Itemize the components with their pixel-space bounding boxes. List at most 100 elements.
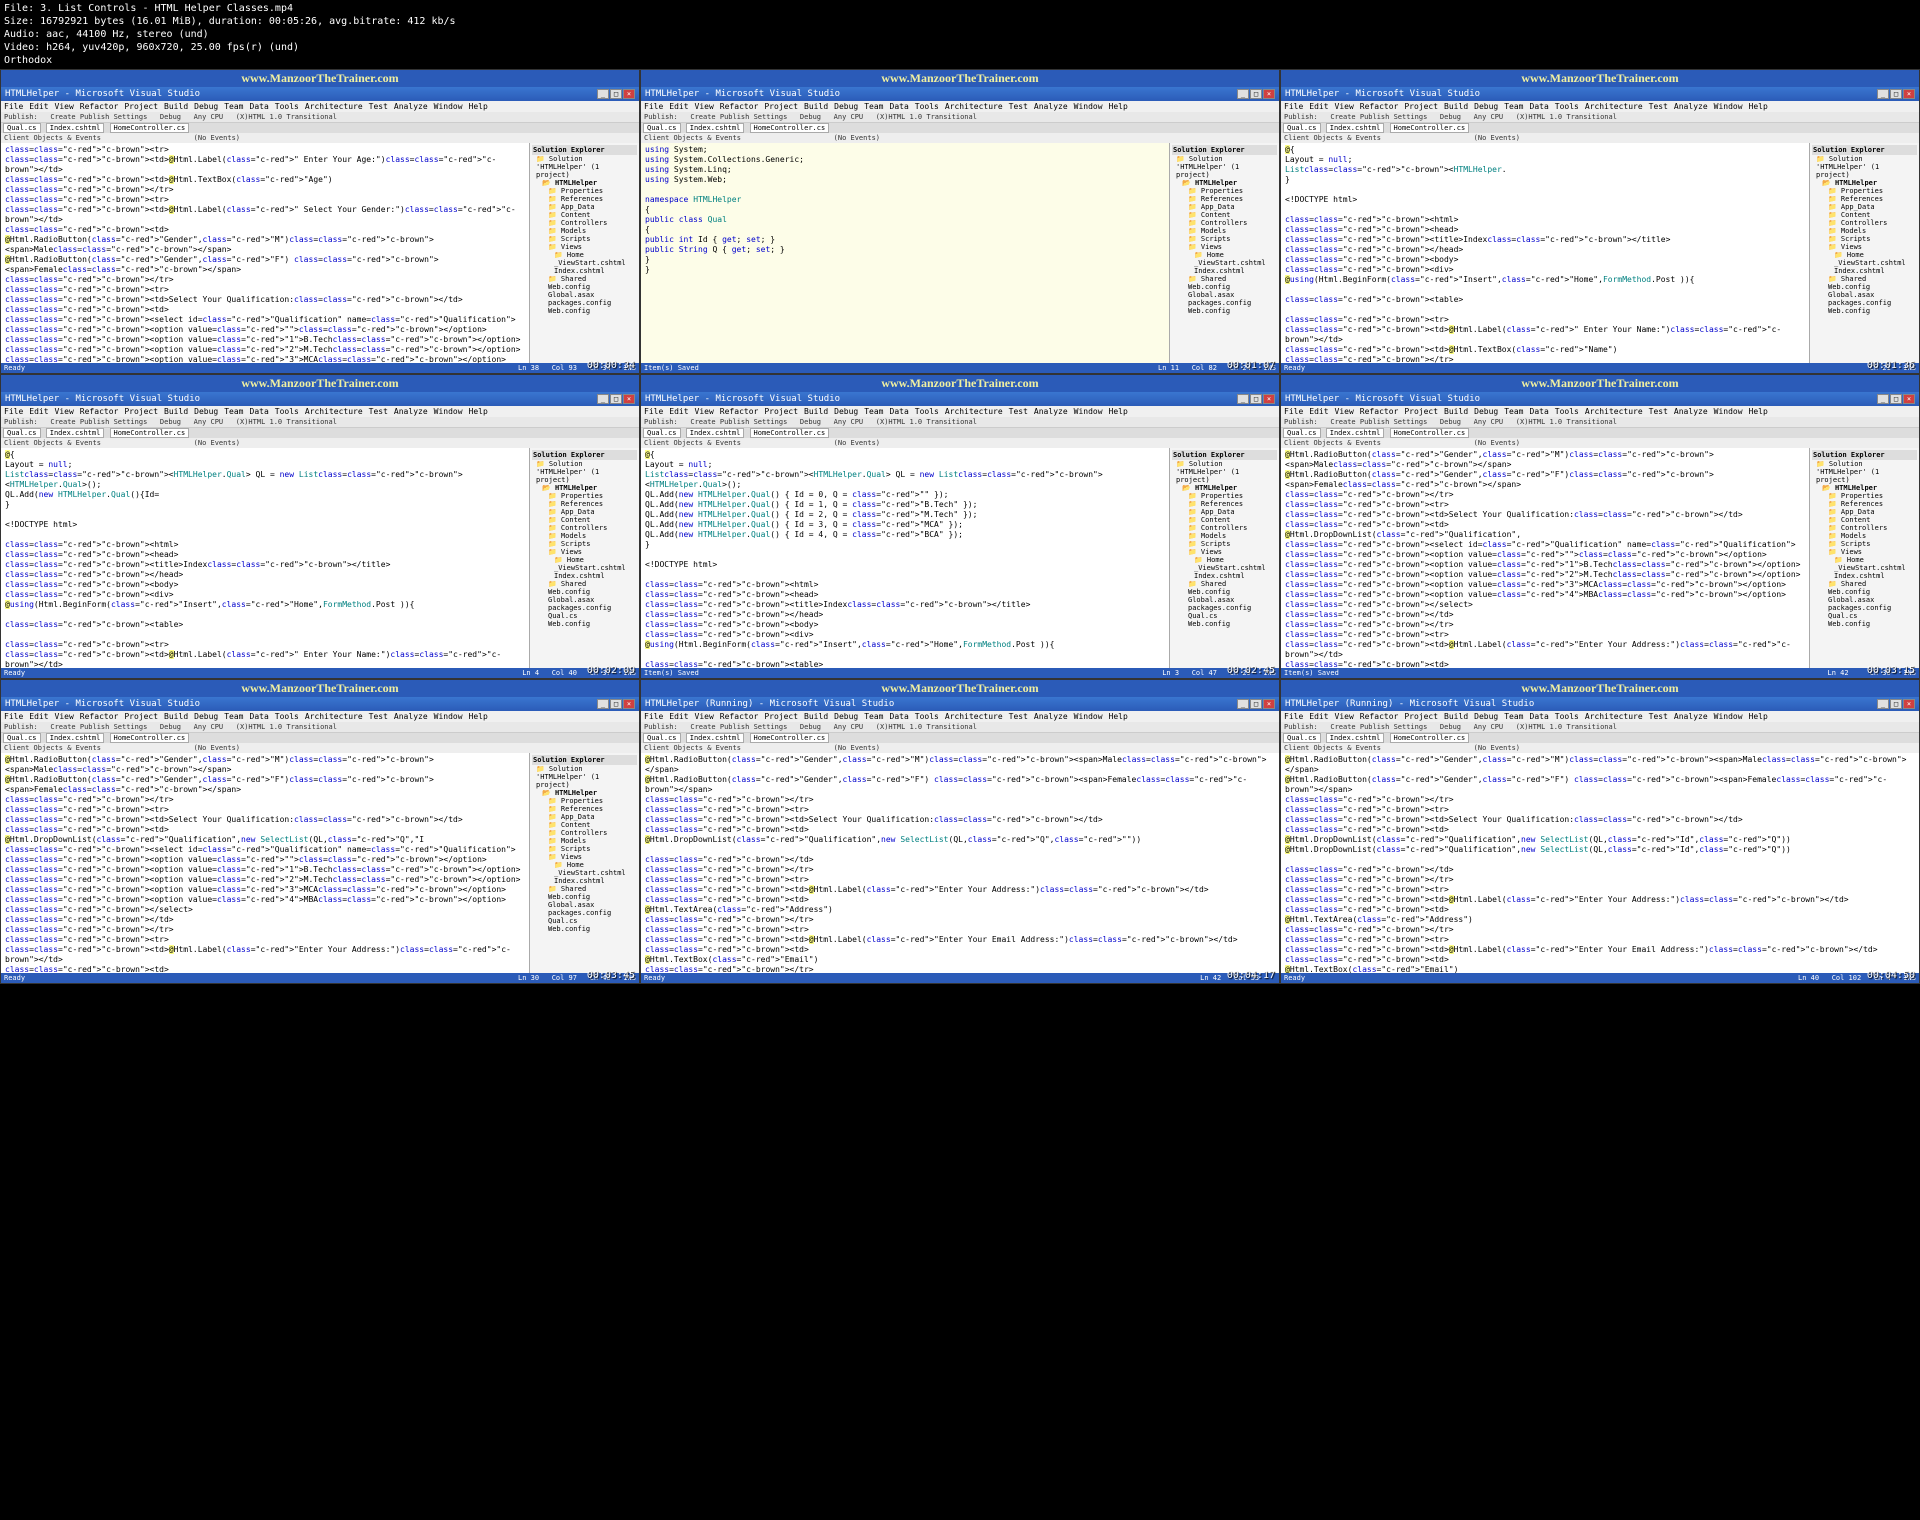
toolbar[interactable]: Publish: Create Publish Settings Debug A…	[641, 112, 1279, 123]
window-titlebar[interactable]: HTMLHelper - Microsoft Visual Studio _□×	[1281, 87, 1919, 101]
tab-index[interactable]: Index.cshtml	[46, 428, 105, 438]
menu-team[interactable]: Team	[224, 102, 243, 111]
menu-analyze[interactable]: Analyze	[1034, 407, 1068, 416]
menu-data[interactable]: Data	[1530, 102, 1549, 111]
toolbar[interactable]: Publish: Create Publish Settings Debug A…	[1281, 417, 1919, 428]
menu-team[interactable]: Team	[864, 712, 883, 721]
menu-edit[interactable]: Edit	[1309, 407, 1328, 416]
client-objects-bar[interactable]: Client Objects & Events (No Events)	[1, 438, 639, 448]
menu-test[interactable]: Test	[369, 712, 388, 721]
menu-data[interactable]: Data	[250, 102, 269, 111]
menu-bar[interactable]: FileEditViewRefactorProjectBuildDebugTea…	[1281, 101, 1919, 112]
tab-index[interactable]: Index.cshtml	[46, 123, 105, 133]
menu-refactor[interactable]: Refactor	[1360, 102, 1399, 111]
menu-help[interactable]: Help	[1749, 102, 1768, 111]
menu-file[interactable]: File	[4, 712, 23, 721]
menu-project[interactable]: Project	[124, 712, 158, 721]
menu-bar[interactable]: FileEditViewRefactorProjectBuildDebugTea…	[641, 101, 1279, 112]
menu-edit[interactable]: Edit	[1309, 712, 1328, 721]
menu-tools[interactable]: Tools	[915, 407, 939, 416]
menu-analyze[interactable]: Analyze	[394, 712, 428, 721]
menu-data[interactable]: Data	[890, 102, 909, 111]
document-tabs[interactable]: Qual.cs Index.cshtml HomeController.cs	[1, 733, 639, 743]
menu-data[interactable]: Data	[1530, 407, 1549, 416]
menu-test[interactable]: Test	[1009, 712, 1028, 721]
document-tabs[interactable]: Qual.cs Index.cshtml HomeController.cs	[641, 123, 1279, 133]
menu-analyze[interactable]: Analyze	[394, 102, 428, 111]
menu-bar[interactable]: FileEditViewRefactorProjectBuildDebugTea…	[1281, 406, 1919, 417]
menu-edit[interactable]: Edit	[669, 102, 688, 111]
menu-edit[interactable]: Edit	[29, 102, 48, 111]
menu-architecture[interactable]: Architecture	[305, 712, 363, 721]
menu-test[interactable]: Test	[1649, 102, 1668, 111]
menu-project[interactable]: Project	[1404, 712, 1438, 721]
menu-build[interactable]: Build	[804, 407, 828, 416]
menu-analyze[interactable]: Analyze	[1674, 712, 1708, 721]
menu-build[interactable]: Build	[1444, 712, 1468, 721]
solution-explorer[interactable]: Solution Explorer📁 Solution 'HTMLHelper'…	[529, 448, 639, 668]
menu-architecture[interactable]: Architecture	[305, 102, 363, 111]
menu-view[interactable]: View	[1335, 102, 1354, 111]
menu-edit[interactable]: Edit	[669, 712, 688, 721]
menu-window[interactable]: Window	[434, 407, 463, 416]
tab-home[interactable]: HomeController.cs	[750, 733, 830, 743]
tab-home[interactable]: HomeController.cs	[110, 428, 190, 438]
tab-qual[interactable]: Qual.cs	[1283, 123, 1321, 133]
menu-bar[interactable]: FileEditViewRefactorProjectBuildDebugTea…	[1281, 711, 1919, 722]
menu-test[interactable]: Test	[1009, 407, 1028, 416]
window-controls[interactable]: _□×	[596, 699, 635, 709]
tab-index[interactable]: Index.cshtml	[686, 733, 745, 743]
menu-window[interactable]: Window	[434, 102, 463, 111]
tab-home[interactable]: HomeController.cs	[750, 123, 830, 133]
menu-file[interactable]: File	[1284, 407, 1303, 416]
menu-file[interactable]: File	[1284, 712, 1303, 721]
menu-file[interactable]: File	[644, 712, 663, 721]
menu-window[interactable]: Window	[1074, 407, 1103, 416]
menu-architecture[interactable]: Architecture	[305, 407, 363, 416]
menu-build[interactable]: Build	[164, 102, 188, 111]
tab-index[interactable]: Index.cshtml	[1326, 733, 1385, 743]
menu-refactor[interactable]: Refactor	[720, 712, 759, 721]
menu-bar[interactable]: FileEditViewRefactorProjectBuildDebugTea…	[641, 711, 1279, 722]
menu-project[interactable]: Project	[124, 102, 158, 111]
code-editor[interactable]: using System;using System.Collections.Ge…	[641, 143, 1169, 363]
code-editor[interactable]: @Html.RadioButton(class="c-red">"Gender"…	[1281, 753, 1919, 973]
tab-index[interactable]: Index.cshtml	[1326, 428, 1385, 438]
window-titlebar[interactable]: HTMLHelper - Microsoft Visual Studio _□×	[1, 697, 639, 711]
menu-data[interactable]: Data	[890, 712, 909, 721]
menu-debug[interactable]: Debug	[1474, 102, 1498, 111]
menu-view[interactable]: View	[695, 102, 714, 111]
menu-team[interactable]: Team	[224, 407, 243, 416]
menu-refactor[interactable]: Refactor	[80, 712, 119, 721]
menu-test[interactable]: Test	[369, 102, 388, 111]
code-editor[interactable]: class=class="c-red">"c-brown"><tr>class=…	[1, 143, 529, 363]
client-objects-bar[interactable]: Client Objects & Events (No Events)	[1, 743, 639, 753]
window-controls[interactable]: _□×	[1876, 699, 1915, 709]
window-controls[interactable]: _□×	[1236, 699, 1275, 709]
menu-bar[interactable]: FileEditViewRefactorProjectBuildDebugTea…	[1, 406, 639, 417]
menu-architecture[interactable]: Architecture	[1585, 712, 1643, 721]
menu-view[interactable]: View	[55, 407, 74, 416]
window-controls[interactable]: _□×	[1236, 89, 1275, 99]
menu-team[interactable]: Team	[224, 712, 243, 721]
menu-debug[interactable]: Debug	[1474, 407, 1498, 416]
menu-debug[interactable]: Debug	[194, 102, 218, 111]
menu-analyze[interactable]: Analyze	[1674, 407, 1708, 416]
menu-window[interactable]: Window	[1074, 102, 1103, 111]
solution-explorer[interactable]: Solution Explorer📁 Solution 'HTMLHelper'…	[529, 753, 639, 973]
code-editor[interactable]: @Html.RadioButton(class="c-red">"Gender"…	[641, 753, 1279, 973]
client-objects-bar[interactable]: Client Objects & Events (No Events)	[1281, 438, 1919, 448]
tab-home[interactable]: HomeController.cs	[1390, 733, 1470, 743]
document-tabs[interactable]: Qual.cs Index.cshtml HomeController.cs	[641, 733, 1279, 743]
code-editor[interactable]: @Html.RadioButton(class="c-red">"Gender"…	[1281, 448, 1809, 668]
tab-home[interactable]: HomeController.cs	[110, 733, 190, 743]
menu-help[interactable]: Help	[469, 407, 488, 416]
tab-qual[interactable]: Qual.cs	[3, 123, 41, 133]
menu-architecture[interactable]: Architecture	[945, 407, 1003, 416]
menu-test[interactable]: Test	[1649, 407, 1668, 416]
menu-help[interactable]: Help	[1749, 712, 1768, 721]
menu-refactor[interactable]: Refactor	[720, 102, 759, 111]
toolbar[interactable]: Publish: Create Publish Settings Debug A…	[641, 417, 1279, 428]
toolbar[interactable]: Publish: Create Publish Settings Debug A…	[1281, 722, 1919, 733]
window-titlebar[interactable]: HTMLHelper - Microsoft Visual Studio _□×	[1281, 392, 1919, 406]
